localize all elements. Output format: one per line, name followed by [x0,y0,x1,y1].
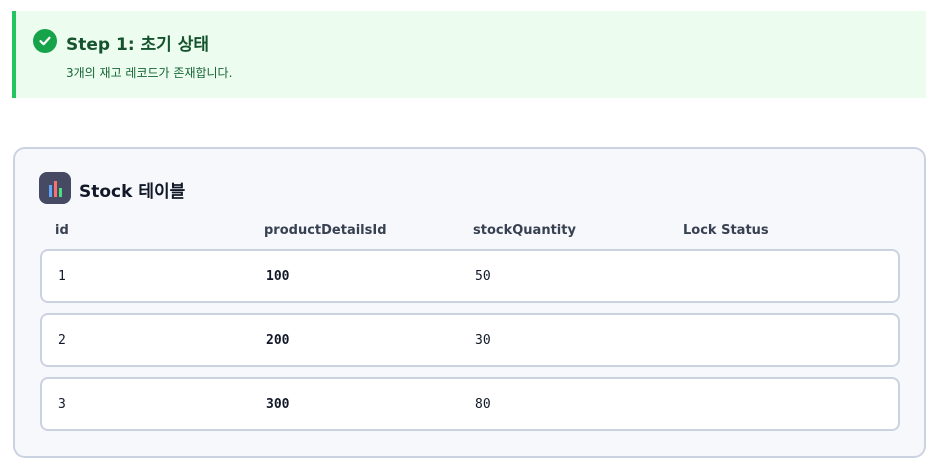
table-title: Stock 테이블 [79,182,186,202]
cell-product-details-id: 300 [266,397,290,412]
step-banner: Step 1: 초기 상태 3개의 재고 레코드가 존재합니다. [12,11,926,98]
column-header-id: id [55,223,69,238]
column-header-stock-quantity: stockQuantity [473,223,576,238]
step-title: Step 1: 초기 상태 [66,35,210,55]
column-header-product-details-id: productDetailsId [264,223,387,238]
cell-product-details-id: 200 [266,333,290,348]
table-row: 1 100 50 [40,249,900,303]
cell-id: 1 [58,269,66,284]
table-row: 3 300 80 [40,377,900,431]
step-description: 3개의 재고 레코드가 존재합니다. [66,66,233,80]
cell-stock-quantity: 30 [475,333,491,348]
check-circle-icon [33,29,57,53]
table-row: 2 200 30 [40,313,900,367]
stock-table-card: Stock 테이블 id productDetailsId stockQuant… [13,147,926,458]
cell-product-details-id: 100 [266,269,290,284]
cell-id: 2 [58,333,66,348]
cell-stock-quantity: 50 [475,269,491,284]
cell-stock-quantity: 80 [475,397,491,412]
column-header-lock-status: Lock Status [683,223,769,238]
bar-chart-icon [39,172,71,204]
cell-id: 3 [58,397,66,412]
